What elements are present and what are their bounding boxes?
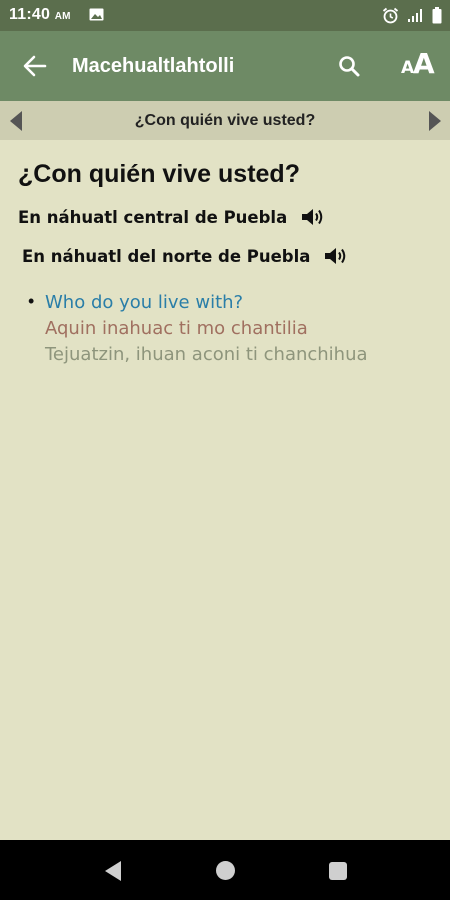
speaker-icon	[325, 248, 346, 264]
recents-square-icon[interactable]	[329, 862, 347, 880]
central-puebla-translation: Aquin inahuac ti mo chantilia	[45, 318, 308, 339]
list-bullet: •	[28, 291, 35, 311]
home-circle-icon[interactable]	[216, 861, 235, 880]
battery-icon	[432, 6, 442, 23]
play-north-button[interactable]	[324, 245, 348, 267]
app-bar: Macehualtlahtolli A A	[0, 31, 450, 101]
status-time-ampm: AM	[54, 11, 71, 22]
north-puebla-translation: Tejuatzin, ihuan aconi ti chanchihua	[45, 344, 368, 365]
translation-lines: Who do you live with? Aquin inahuac ti m…	[45, 290, 368, 368]
status-time-value: 11:40	[9, 6, 51, 23]
status-icons	[382, 6, 442, 24]
status-time: 11:40 AM	[9, 6, 71, 24]
back-arrow-icon	[23, 55, 47, 77]
translation-entry: • Who do you live with? Aquin inahuac ti…	[28, 290, 368, 368]
back-button[interactable]	[20, 52, 50, 80]
app-title: Macehualtlahtolli	[72, 55, 235, 77]
english-translation: Who do you live with?	[45, 292, 244, 313]
play-central-button[interactable]	[301, 206, 325, 228]
search-button[interactable]	[334, 51, 364, 81]
image-icon	[89, 8, 104, 21]
search-icon	[339, 56, 360, 77]
chevron-right-icon[interactable]	[427, 110, 443, 132]
phrase-navigator: ¿Con quién vive usted?	[0, 101, 450, 140]
font-size-icon: A	[413, 47, 435, 80]
back-triangle-icon[interactable]	[103, 860, 123, 882]
dialect-north: En náhuatl del norte de Puebla	[22, 236, 348, 276]
page-title: ¿Con quién vive usted?	[18, 160, 300, 188]
signal-icon	[408, 8, 422, 22]
alarm-icon	[382, 7, 399, 23]
system-nav-bar	[0, 840, 450, 900]
status-bar: 11:40 AM	[0, 0, 450, 31]
dialect-central: En náhuatl central de Puebla	[18, 197, 325, 237]
navigator-title: ¿Con quién vive usted?	[134, 112, 316, 129]
dialect-central-label: En náhuatl central de Puebla	[18, 207, 288, 227]
phrase-content: ¿Con quién vive usted? En náhuatl centra…	[18, 160, 440, 365]
dialect-north-label: En náhuatl del norte de Puebla	[22, 246, 311, 266]
speaker-icon	[302, 209, 323, 225]
font-size-button[interactable]: A A	[395, 50, 435, 82]
